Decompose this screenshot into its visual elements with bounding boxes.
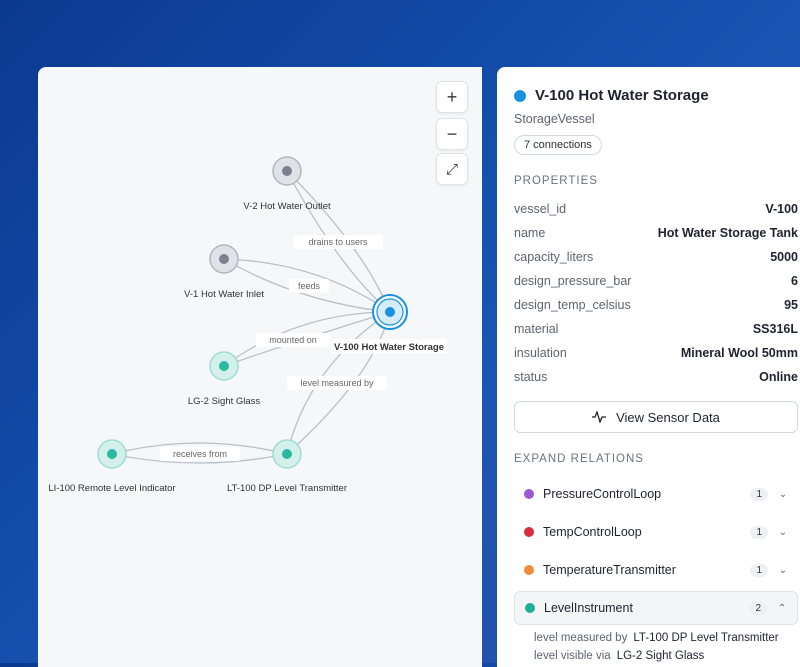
edge-label-mounted-text: mounted on [269,335,317,345]
node-v2[interactable]: V-2 Hot Water Outlet [243,156,331,212]
property-value: V-100 [765,202,798,216]
edge-label-mounted: mounted on [256,333,330,347]
title-row: V-100 Hot Water Storage [514,87,800,104]
property-value: 5000 [770,250,798,264]
edge-label-drains: drains to users [293,235,383,249]
node-lg2-label: LG-2 Sight Glass [188,396,261,407]
node-v2-label: V-2 Hot Water Outlet [243,201,331,212]
graph-canvas[interactable]: drains to users feeds mounted on level m… [38,67,482,667]
property-value: Mineral Wool 50mm [680,346,798,360]
relation-row-temperaturetransmitter[interactable]: TemperatureTransmitter 1 ⌄ [514,553,798,587]
plus-icon: + [446,86,458,107]
edge-label-drains-text: drains to users [308,237,368,247]
relation-item-type: level measured by [534,632,628,644]
chevron-down-icon: ⌄ [778,526,788,538]
relations-heading: EXPAND RELATIONS [514,453,644,465]
node-type: StorageVessel [514,112,595,126]
edge-label-measures: level measured by [287,376,387,390]
node-lg2[interactable]: LG-2 Sight Glass [188,351,261,407]
node-lt100-label: LT-100 DP Level Transmitter [227,483,347,494]
node-v100-label: V-100 Hot Water Storage [334,342,444,353]
property-key: design_pressure_bar [514,274,632,288]
property-value: 6 [791,274,798,288]
zoom-out-button[interactable]: − [436,118,468,150]
node-li100[interactable]: LI-100 Remote Level Indicator [48,439,176,494]
property-row: name Hot Water Storage Tank [514,221,798,245]
expand-icon: ⤢ [445,160,458,178]
relation-label: LevelInstrument [544,601,633,615]
property-key: vessel_id [514,202,567,216]
relation-item-target[interactable]: LG-2 Sight Glass [617,650,705,662]
relation-row-tempcontrolloop[interactable]: TempControlLoop 1 ⌄ [514,515,798,549]
property-key: capacity_liters [514,250,594,264]
property-row: material SS316L [514,317,798,341]
property-key: name [514,226,546,240]
property-row: insulation Mineral Wool 50mm [514,341,798,365]
node-lt100[interactable]: LT-100 DP Level Transmitter [227,439,347,494]
property-key: insulation [514,346,567,360]
relation-label: TemperatureTransmitter [543,563,676,577]
view-sensor-data-label: View Sensor Data [616,409,720,425]
relations-list: PressureControlLoop 1 ⌄ TempControlLoop … [514,477,798,665]
edge-label-measures-text: level measured by [300,378,374,388]
relation-label: TempControlLoop [543,525,642,539]
connections-badge: 7 connections [514,135,602,155]
minus-icon: − [446,123,458,144]
node-title: V-100 Hot Water Storage [535,87,709,104]
node-v1-label: V-1 Hot Water Inlet [184,289,264,300]
relation-item-target[interactable]: LT-100 DP Level Transmitter [633,632,778,644]
relation-count: 1 [750,525,768,539]
node-li100-label: LI-100 Remote Level Indicator [48,483,175,494]
chevron-up-icon: ⌃ [777,602,787,614]
relation-color-dot [524,565,534,575]
relation-color-dot [524,527,534,537]
property-value: SS316L [752,322,798,336]
relation-item[interactable]: level measured by LT-100 DP Level Transm… [514,629,798,647]
relation-color-dot [525,603,535,613]
edge-label-feeds: feeds [289,279,329,293]
relation-row-pressurecontrolloop[interactable]: PressureControlLoop 1 ⌄ [514,477,798,511]
detail-panel: V-100 Hot Water Storage StorageVessel 7 … [497,67,800,667]
property-value: Online [759,370,798,384]
property-value: Hot Water Storage Tank [657,226,798,240]
chevron-down-icon: ⌄ [778,488,788,500]
relation-label: PressureControlLoop [543,487,662,501]
property-row: capacity_liters 5000 [514,245,798,269]
property-row: status Online [514,365,798,389]
relation-item-type: level visible via [534,650,611,662]
edge-label-feeds-text: feeds [298,281,321,291]
property-row: design_pressure_bar 6 [514,269,798,293]
zoom-in-button[interactable]: + [436,81,468,113]
edge-label-receives-text: receives from [173,449,227,459]
relation-count: 2 [749,601,767,615]
relation-color-dot [524,489,534,499]
properties-list: vessel_id V-100 name Hot Water Storage Tan… [514,197,798,389]
fit-view-button[interactable]: ⤢ [436,153,468,185]
node-color-dot [514,89,526,102]
relation-row-levelinstrument[interactable]: LevelInstrument 2 ⌃ [514,591,798,625]
graph-edges [111,170,391,464]
graph-svg[interactable]: drains to users feeds mounted on level m… [38,67,482,667]
chevron-down-icon: ⌄ [778,564,788,576]
view-sensor-data-button[interactable]: View Sensor Data [514,401,798,433]
relation-count: 1 [750,563,768,577]
property-key: material [514,322,559,336]
property-key: status [514,370,548,384]
property-row: vessel_id V-100 [514,197,798,221]
edge-label-receives: receives from [160,447,240,461]
relation-count: 1 [750,487,768,501]
property-key: design_temp_celsius [514,298,631,312]
node-v1[interactable]: V-1 Hot Water Inlet [184,244,264,300]
property-value: 95 [784,298,798,312]
activity-icon [592,411,607,423]
properties-heading: PROPERTIES [514,175,598,187]
relation-item[interactable]: level visible via LG-2 Sight Glass [514,647,798,665]
property-row: design_temp_celsius 95 [514,293,798,317]
